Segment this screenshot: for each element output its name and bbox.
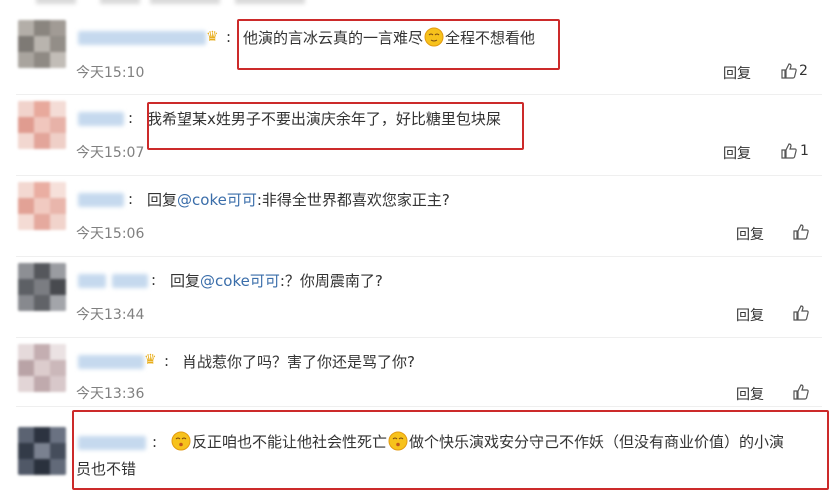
username[interactable]: [78, 31, 206, 45]
timestamp: 今天15:10: [76, 65, 145, 81]
reply-button[interactable]: 回复: [723, 143, 751, 163]
thumbs-up-icon[interactable]: [792, 383, 810, 401]
crown-icon: ♛: [206, 29, 219, 45]
comment-text: 肖战惹你了吗？害了你还是骂了你?: [182, 353, 415, 371]
timestamp: 今天15:06: [76, 226, 145, 242]
highlight-box: [237, 19, 560, 70]
avatar[interactable]: [18, 427, 66, 475]
timestamp: 今天15:07: [76, 145, 145, 161]
thumbs-up-icon[interactable]: [780, 62, 798, 80]
comment-item: ♛ : 他演的言冰云真的一言难尽 全程不想看他 今天15:10 回复 2: [0, 0, 838, 94]
avatar[interactable]: [18, 101, 66, 149]
avatar[interactable]: [18, 20, 66, 68]
username[interactable]: [78, 274, 106, 288]
username[interactable]: [78, 193, 124, 207]
comment-text: 回复@coke可可:非得全世界都喜欢您家正主?: [147, 189, 450, 211]
colon-separator: :: [128, 109, 134, 127]
comment-text-part: :非得全世界都喜欢您家正主?: [256, 191, 450, 209]
username[interactable]: [78, 112, 124, 126]
reply-prefix: 回复: [170, 272, 201, 290]
comment-item: : 回复@coke可可:？你周震南了? 今天13:44 回复: [0, 257, 838, 337]
highlight-box: [147, 102, 524, 150]
reply-button[interactable]: 回复: [723, 63, 751, 83]
reply-button[interactable]: 回复: [736, 224, 764, 244]
avatar[interactable]: [18, 344, 66, 392]
username[interactable]: [112, 274, 148, 288]
colon-separator: :: [226, 28, 232, 46]
timestamp: 今天13:36: [76, 386, 145, 402]
thumbs-up-icon[interactable]: [792, 223, 810, 241]
like-count: 2: [799, 63, 808, 79]
avatar[interactable]: [18, 263, 66, 311]
colon-separator: :: [128, 190, 134, 208]
mention-link[interactable]: @coke可可: [200, 272, 280, 290]
timestamp: 今天13:44: [76, 307, 145, 323]
reply-button[interactable]: 回复: [736, 305, 764, 325]
comment-item: : 我希望某x姓男子不要出演庆余年了，好比糖里包块屎 今天15:07 回复 1: [0, 95, 838, 175]
reply-prefix: 回复: [147, 191, 178, 209]
comment-text: 回复@coke可可:？你周震南了?: [170, 270, 383, 292]
colon-separator: :: [151, 271, 157, 289]
thumbs-up-icon[interactable]: [792, 304, 810, 322]
avatar[interactable]: [18, 182, 66, 230]
comment-item: : 反正咱也不能让他社会性死亡 做个快乐演戏安分守己不作妖（但没有商业价值）的小演…: [0, 407, 838, 490]
reply-button[interactable]: 回复: [736, 384, 764, 404]
thumbs-up-icon[interactable]: [780, 142, 798, 160]
mention-link[interactable]: @coke可可: [177, 191, 257, 209]
username[interactable]: [78, 355, 144, 369]
highlight-box: [72, 410, 829, 490]
crown-icon: ♛: [144, 352, 157, 368]
comment-item: : 回复@coke可可:非得全世界都喜欢您家正主? 今天15:06 回复: [0, 176, 838, 256]
comment-text-part: :？你周震南了?: [279, 272, 383, 290]
colon-separator: :: [164, 352, 170, 370]
like-count: 1: [800, 143, 809, 159]
comment-item: ♛ : 肖战惹你了吗？害了你还是骂了你? 今天13:36 回复: [0, 338, 838, 406]
